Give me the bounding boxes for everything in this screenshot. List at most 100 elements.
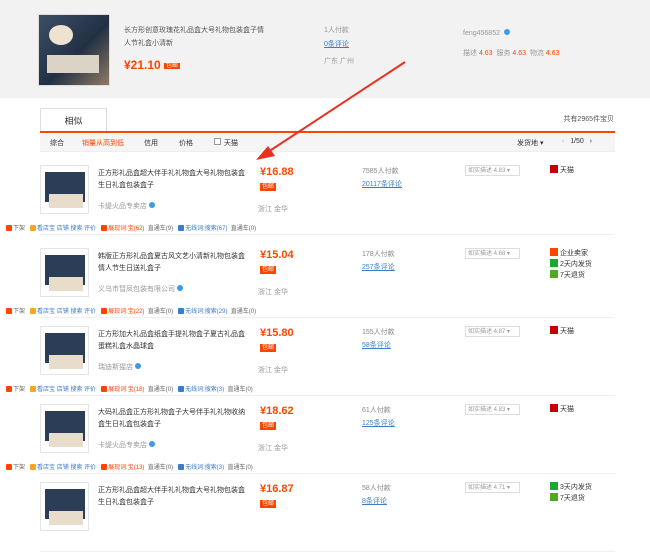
- ztc-link[interactable]: 直通车(9): [148, 226, 173, 232]
- review-count[interactable]: 58条评论: [362, 339, 395, 352]
- score-value: 4.63: [512, 50, 527, 57]
- top-product-title[interactable]: 长方形创意玫瑰花礼品盒大号礼物包装盒子情人节礼盒小清新: [124, 24, 269, 50]
- offshelf-icon: [6, 308, 12, 314]
- tab-similar[interactable]: 相似: [40, 108, 107, 132]
- wangwang-icon[interactable]: [149, 441, 155, 447]
- product-price: ¥16.88: [260, 166, 294, 178]
- service-tag[interactable]: 天猫: [550, 326, 574, 337]
- display-word-icon: [101, 386, 108, 392]
- ztc-link[interactable]: 直通车(0): [227, 465, 252, 471]
- service-tag[interactable]: 2天内发货: [550, 259, 592, 270]
- service-tag[interactable]: 企业卖家: [550, 248, 592, 259]
- ztc-link[interactable]: 直通车(0): [231, 309, 256, 315]
- next-page-icon[interactable]: ›: [590, 138, 592, 145]
- display-word-icon: [101, 225, 108, 231]
- wireless-word-link[interactable]: 无线词:搜索(67): [185, 226, 227, 232]
- tmall-checkbox[interactable]: [214, 138, 221, 145]
- offshelf-label[interactable]: 下架: [13, 226, 25, 232]
- sort-bar: 综合 销量从高到低 信用 价格 天猫 发货地 ▾ ‹ 1/50 ›: [40, 134, 615, 152]
- sort-tmall[interactable]: 天猫: [224, 138, 238, 148]
- top-seller-name[interactable]: feng456852: [463, 30, 500, 37]
- service-tag[interactable]: 7天退货: [550, 493, 592, 504]
- product-lid: [47, 55, 99, 73]
- service-tag-label: 天猫: [560, 406, 574, 413]
- shipfrom-dropdown[interactable]: 发货地 ▾: [517, 138, 543, 148]
- offshelf-label[interactable]: 下架: [13, 309, 25, 315]
- paid-count: 178人付款: [362, 251, 395, 258]
- product-image[interactable]: [40, 248, 89, 297]
- service-tag-label: 2天内发货: [560, 261, 592, 268]
- product-title[interactable]: 正方形礼品盒超大伴手礼礼物盒大号礼物包装盒生日礼盒包装盒子: [98, 168, 248, 192]
- shop-tool-icon: [30, 225, 37, 231]
- product-row: 正方形礼品盒超大伴手礼礼物盒大号礼物包装盒生日礼盒包装盒子 卡缇火品专卖店 ¥1…: [6, 157, 615, 235]
- sort-credit[interactable]: 信用: [144, 138, 158, 148]
- display-word-link[interactable]: 展现词:宝(22): [108, 309, 144, 315]
- sort-sales[interactable]: 销量从高到低: [82, 138, 124, 148]
- ztc-link[interactable]: 直通车(0): [148, 387, 173, 393]
- review-count[interactable]: 20117条评论: [362, 178, 402, 191]
- ztc-link[interactable]: 直通车(0): [148, 309, 173, 315]
- service-tag[interactable]: 天猫: [550, 404, 574, 415]
- review-count[interactable]: 125条评论: [362, 417, 395, 430]
- service-tag-icon: [550, 165, 558, 173]
- offshelf-icon: [6, 225, 12, 231]
- free-shipping-badge: 包邮: [260, 422, 277, 430]
- review-count[interactable]: 8条评论: [362, 495, 391, 508]
- wangwang-icon[interactable]: [135, 363, 141, 369]
- review-count[interactable]: 257条评论: [362, 261, 395, 274]
- product-title[interactable]: 韩版正方形礼品盒夏古风文艺小清新礼物包装盒情人节生日送礼盒子: [98, 251, 248, 275]
- service-tag[interactable]: 天猫: [550, 165, 574, 176]
- ztc-link[interactable]: 直通车(0): [227, 387, 252, 393]
- product-image[interactable]: [40, 326, 89, 375]
- shop-tool-links[interactable]: 看店宝 店铺 搜索 评价: [37, 387, 96, 393]
- sort-price[interactable]: 价格: [179, 138, 193, 148]
- product-image[interactable]: [40, 404, 89, 453]
- chevron-down-icon: ▾: [507, 168, 511, 174]
- wangwang-icon[interactable]: [503, 29, 510, 35]
- display-word-link[interactable]: 展现词:宝(18): [108, 387, 144, 393]
- payment-info: 178人付款 257条评论: [362, 248, 395, 274]
- desc-score-select[interactable]: 如实描述 4.87 ▾: [465, 326, 520, 337]
- service-tag[interactable]: 3天内发货: [550, 482, 592, 493]
- product-image[interactable]: [40, 165, 89, 214]
- wireless-word-link[interactable]: 无线词:搜索(3): [185, 387, 224, 393]
- product-title[interactable]: 大码礼品盒正方形礼物盒子大号伴手礼礼物收纳盒生日礼盒包装盒子: [98, 407, 248, 431]
- desc-score-select[interactable]: 如实描述 4.71 ▾: [465, 482, 520, 493]
- display-word-link[interactable]: 展现词:宝(13): [108, 465, 144, 471]
- sort-default[interactable]: 综合: [50, 138, 64, 148]
- service-tags: 企业卖家 2天内发货 7天退货: [550, 248, 592, 281]
- wangwang-icon[interactable]: [177, 285, 183, 291]
- row-actions: 下架 看店宝 店铺 搜索 评价 展现词:宝(22) 直通车(0) 无线词:搜索(…: [6, 306, 406, 315]
- offshelf-label[interactable]: 下架: [13, 465, 25, 471]
- wangwang-icon[interactable]: [149, 202, 155, 208]
- desc-score-select[interactable]: 如实描述 4.68 ▾: [465, 248, 520, 259]
- desc-score-select[interactable]: 如实描述 4.83 ▾: [465, 165, 520, 176]
- product-title[interactable]: 正方形加大礼品盒纸盒手提礼物盒子夏古礼品盒 蛋糕礼盒水晶球盒: [98, 329, 248, 353]
- shop-link[interactable]: 卡缇火品专卖店: [98, 201, 155, 211]
- service-tags: 天猫: [550, 165, 574, 176]
- shop-tool-links[interactable]: 看店宝 店铺 搜索 评价: [37, 226, 96, 232]
- prev-page-icon[interactable]: ‹: [562, 138, 564, 145]
- display-word-link[interactable]: 展现词:宝(62): [108, 226, 144, 232]
- shop-tool-links[interactable]: 看店宝 店铺 搜索 评价: [37, 465, 96, 471]
- shop-tool-links[interactable]: 看店宝 店铺 搜索 评价: [37, 309, 96, 315]
- shop-link[interactable]: 卡缇火品专卖店: [98, 440, 155, 450]
- top-product-image[interactable]: [38, 14, 110, 86]
- location: 浙江 金华: [258, 445, 288, 452]
- wireless-word-link[interactable]: 无线词:搜索(3): [185, 465, 224, 471]
- ztc-link[interactable]: 直通车(0): [231, 226, 256, 232]
- top-review-count[interactable]: 0条评论: [324, 38, 349, 52]
- shop-tool-icon: [30, 386, 37, 392]
- product-title[interactable]: 正方形礼品盒超大伴手礼礼物盒大号礼物包装盒生日礼盒包装盒子: [98, 485, 248, 509]
- offshelf-label[interactable]: 下架: [13, 387, 25, 393]
- service-tag[interactable]: 7天退货: [550, 270, 592, 281]
- wireless-word-link[interactable]: 无线词:搜索(29): [185, 309, 227, 315]
- ztc-link[interactable]: 直通车(0): [148, 465, 173, 471]
- product-image[interactable]: [40, 482, 89, 531]
- shop-link[interactable]: 瑞迪斯猩店: [98, 362, 141, 372]
- chevron-down-icon: ▾: [507, 485, 511, 491]
- shop-link[interactable]: 义乌市彗凤包装有限公司: [98, 284, 183, 294]
- paid-count: 155人付款: [362, 329, 395, 336]
- chevron-down-icon: ▾: [507, 329, 511, 335]
- desc-score-select[interactable]: 如实描述 4.83 ▾: [465, 404, 520, 415]
